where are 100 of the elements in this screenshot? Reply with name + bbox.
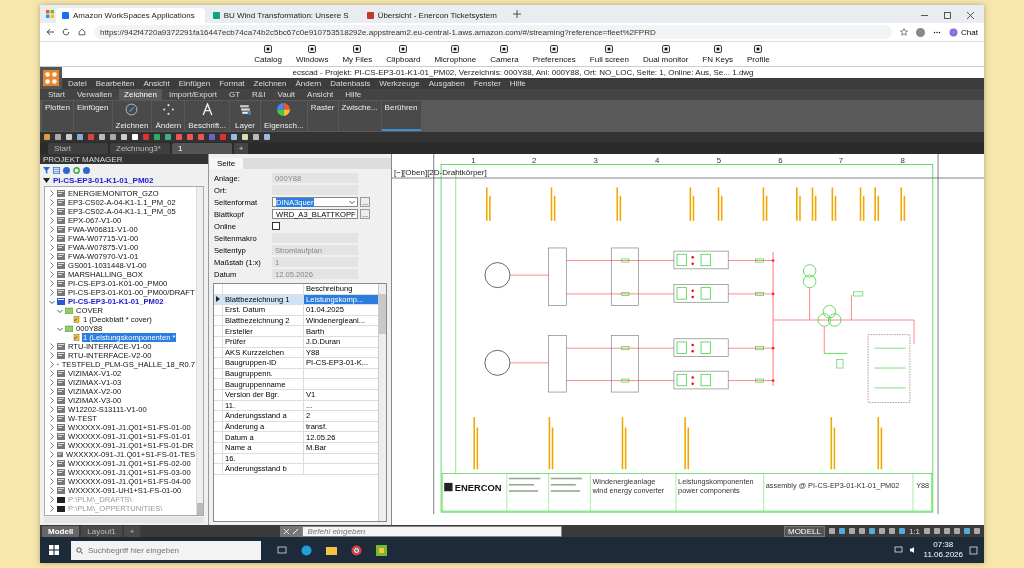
- menu-item[interactable]: Datenbasis: [330, 79, 371, 88]
- collapse-arrow-icon[interactable]: [43, 178, 50, 183]
- layout-tab[interactable]: Modell: [42, 525, 80, 537]
- copilot-icon: [949, 27, 959, 37]
- network-icon[interactable]: [893, 546, 903, 554]
- ribbon-tab[interactable]: Hilfe: [340, 89, 367, 100]
- ribbon-tab[interactable]: Ansicht: [302, 89, 339, 100]
- browser-tab[interactable]: Übersicht - Enercon Ticketsystem: [360, 8, 507, 23]
- back-icon[interactable]: [46, 28, 54, 36]
- ribbon-button[interactable]: Eigensch...: [261, 101, 307, 131]
- close-icon[interactable]: [967, 12, 974, 19]
- ribbon-tab[interactable]: Import/Export: [163, 89, 222, 100]
- document-tab[interactable]: Start: [48, 143, 108, 154]
- ribbon-tab[interactable]: Vault: [272, 89, 301, 100]
- menu-item[interactable]: Zeichnen: [253, 79, 287, 88]
- toolbar-button[interactable]: Full screen: [586, 42, 632, 66]
- home-icon[interactable]: [78, 28, 86, 36]
- menu-item[interactable]: Werkzeuge: [379, 79, 420, 88]
- refresh-icon[interactable]: [73, 167, 80, 174]
- scrollbar-thumb[interactable]: [379, 294, 386, 334]
- project-root[interactable]: PI-CS-EP3-01-K1-01_PM02: [53, 176, 154, 185]
- ribbon-button[interactable]: Zwische...: [338, 101, 381, 131]
- browser-tab[interactable]: Amazon WorkSpaces Applications: [56, 8, 205, 23]
- filter-icon[interactable]: [43, 167, 50, 174]
- info-icon[interactable]: [63, 167, 70, 174]
- ribbon-button[interactable]: Einfügen: [73, 101, 112, 131]
- browser-icon[interactable]: [351, 544, 362, 556]
- annotation-scale[interactable]: 1:1: [908, 526, 920, 536]
- toolbar-button[interactable]: Microphone: [431, 42, 480, 66]
- more-icon[interactable]: [933, 30, 942, 34]
- menu-item[interactable]: Einfügen: [178, 79, 211, 88]
- ribbon-button[interactable]: Plotten: [42, 101, 73, 131]
- ribbon-button[interactable]: Zeichnen: [112, 101, 152, 131]
- ribbon-tab[interactable]: Verwalten: [71, 89, 118, 100]
- ribbon-tab[interactable]: Start: [43, 89, 70, 100]
- toolbar-button[interactable]: My Files: [339, 42, 376, 66]
- menu-item[interactable]: Datei: [68, 79, 87, 88]
- browser-tab[interactable]: BU Wind Transformation: Unsere S: [206, 8, 359, 23]
- layout-tab[interactable]: Layout1: [81, 525, 122, 537]
- search-field[interactable]: Suchbegriff hier eingeben: [71, 540, 261, 560]
- ribbon-tab[interactable]: Zeichnen: [119, 89, 162, 100]
- toolbar-button[interactable]: FN Keys: [699, 42, 736, 66]
- toolbar-button[interactable]: Preferences: [529, 42, 579, 66]
- notification-icon[interactable]: [969, 545, 978, 555]
- layers-icon: [238, 103, 252, 116]
- toolbar-button[interactable]: Camera: [487, 42, 522, 66]
- scrollbar-thumb[interactable]: [197, 503, 203, 515]
- toolbar-button[interactable]: Dual monitor: [639, 42, 692, 66]
- toolbar-button[interactable]: Clipboard: [383, 42, 424, 66]
- command-field[interactable]: Befehl eingeben: [302, 525, 563, 537]
- title-block-text: wind energy converter: [592, 486, 665, 496]
- maximize-icon[interactable]: [944, 12, 951, 19]
- wrench-icon[interactable]: [293, 528, 299, 534]
- list-icon[interactable]: [53, 167, 60, 174]
- text-icon: [200, 103, 214, 116]
- ribbon-button[interactable]: Ändern: [152, 101, 185, 131]
- menu-item[interactable]: Ansicht: [143, 79, 170, 88]
- menu-item[interactable]: Hilfe: [509, 79, 526, 88]
- new-tab-button[interactable]: +: [234, 143, 248, 154]
- toolbar-button[interactable]: Profile: [743, 42, 773, 66]
- document-tab[interactable]: Zeichnung3*: [110, 143, 170, 154]
- minimize-icon[interactable]: [921, 12, 928, 19]
- ribbon-button[interactable]: Raster: [307, 101, 338, 131]
- windows-start-icon[interactable]: [49, 545, 59, 555]
- task-view-icon[interactable]: [277, 544, 287, 555]
- document-tab[interactable]: 1: [172, 143, 232, 154]
- ribbon-tab[interactable]: GT: [224, 89, 246, 100]
- star-icon[interactable]: [900, 28, 909, 36]
- address-bar[interactable]: https://942f4720a9372291fa16447ecb74ca74b2c5bc67c0e910753518292e.appstream2.eu-central-1.aws.amazon.com/#/streaming?reference=fleet%2FPRD: [94, 25, 893, 39]
- ribbon-button[interactable]: Berühren: [381, 101, 421, 131]
- chat-button[interactable]: Chat: [949, 27, 978, 37]
- browser-icon[interactable]: [301, 544, 312, 556]
- app-icon[interactable]: [376, 544, 387, 556]
- reload-icon[interactable]: [62, 28, 70, 36]
- add-layout-button[interactable]: +: [123, 525, 141, 537]
- menu-item[interactable]: Ändern: [295, 79, 322, 88]
- ribbon-tab[interactable]: R&I: [247, 89, 271, 100]
- add-tab-icon[interactable]: [512, 10, 521, 18]
- panel-tab[interactable]: Seite: [209, 158, 244, 169]
- viewport-label[interactable]: [−][Oben][2D-Drahtkörper]: [394, 168, 487, 177]
- ribbon-button[interactable]: Beschrift...: [185, 101, 229, 131]
- page-icon: [73, 334, 80, 341]
- drawing-code: Y88: [916, 481, 930, 491]
- model-space-button[interactable]: MODELL: [783, 525, 825, 537]
- checkbox[interactable]: [272, 222, 280, 230]
- avatar-icon[interactable]: [916, 27, 926, 37]
- toolbar-button[interactable]: Catalog: [251, 42, 285, 66]
- page-icon: [73, 316, 80, 323]
- chevron-icon: [349, 199, 355, 205]
- toolbar-button[interactable]: Windows: [292, 42, 332, 66]
- menu-item[interactable]: Fenster: [473, 79, 501, 88]
- app-logo-icon: [43, 70, 59, 86]
- help-icon[interactable]: [83, 167, 90, 174]
- menu-item[interactable]: Bearbeiten: [95, 79, 135, 88]
- windows-logo-icon: [46, 10, 54, 18]
- menu-item[interactable]: Format: [219, 79, 245, 88]
- ribbon-button[interactable]: Layer: [230, 101, 260, 131]
- clock-time: 07:38: [933, 540, 954, 550]
- menu-item[interactable]: Ausgaben: [428, 79, 465, 88]
- current-row-icon: [216, 296, 220, 303]
